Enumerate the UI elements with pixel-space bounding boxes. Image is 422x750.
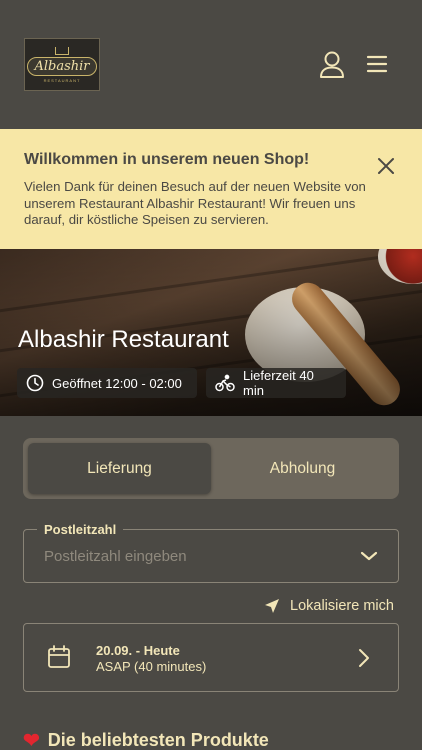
- locate-me-label: Lokalisiere mich: [290, 598, 394, 614]
- menu-icon: [366, 55, 388, 73]
- close-icon: [378, 158, 394, 174]
- banner-title: Willkommen in unserem neuen Shop!: [24, 151, 310, 168]
- bicycle-icon: [215, 374, 235, 392]
- banner-text: Vielen Dank für deinen Besuch auf der ne…: [24, 179, 366, 227]
- menu-button[interactable]: [364, 52, 390, 76]
- delivery-tab[interactable]: Lieferung: [28, 443, 211, 494]
- banner-close-button[interactable]: [376, 156, 396, 176]
- pickup-tab[interactable]: Abholung: [211, 443, 394, 494]
- delivery-schedule-selector[interactable]: 20.09. - Heute ASAP (40 minutes): [23, 623, 399, 692]
- welcome-banner: Willkommen in unserem neuen Shop! Vielen…: [0, 129, 422, 249]
- postcode-label: Postleitzahl: [37, 522, 124, 537]
- header: Albashir RESTAURANT: [0, 0, 422, 129]
- delivery-time-badge: Lieferzeit 40 min: [206, 368, 346, 398]
- restaurant-logo[interactable]: Albashir RESTAURANT: [24, 38, 100, 91]
- crown-icon: [55, 46, 69, 55]
- order-type-toggle: Lieferung Abholung: [23, 438, 399, 499]
- calendar-icon: [48, 645, 70, 668]
- logo-subtext: RESTAURANT: [43, 77, 81, 83]
- delivery-time-text: Lieferzeit 40 min: [243, 368, 314, 398]
- popular-products-heading: ❤ Die beliebtesten Produkte: [23, 730, 269, 750]
- account-button[interactable]: [318, 50, 346, 80]
- restaurant-name: Albashir Restaurant: [18, 326, 229, 353]
- postcode-input[interactable]: [44, 548, 344, 565]
- restaurant-hero: Albashir Restaurant Geöffnet 12:00 - 02:…: [0, 249, 422, 416]
- locate-me-button[interactable]: Lokalisiere mich: [264, 598, 394, 614]
- clock-icon: [26, 374, 44, 392]
- user-icon: [320, 51, 344, 78]
- popular-products-title: Die beliebtesten Produkte: [47, 730, 269, 750]
- location-arrow-icon: [265, 599, 279, 613]
- heart-icon: ❤: [23, 729, 40, 750]
- schedule-date: 20.09. - Heute: [96, 643, 180, 658]
- opening-hours-text: Geöffnet 12:00 - 02:00: [52, 375, 182, 391]
- opening-hours-badge: Geöffnet 12:00 - 02:00: [17, 368, 197, 398]
- logo-text: Albashir: [27, 56, 97, 76]
- postcode-field[interactable]: Postleitzahl: [23, 522, 399, 583]
- chevron-down-icon[interactable]: [359, 550, 379, 562]
- schedule-time: ASAP (40 minutes): [96, 659, 207, 674]
- chevron-right-icon: [359, 649, 369, 667]
